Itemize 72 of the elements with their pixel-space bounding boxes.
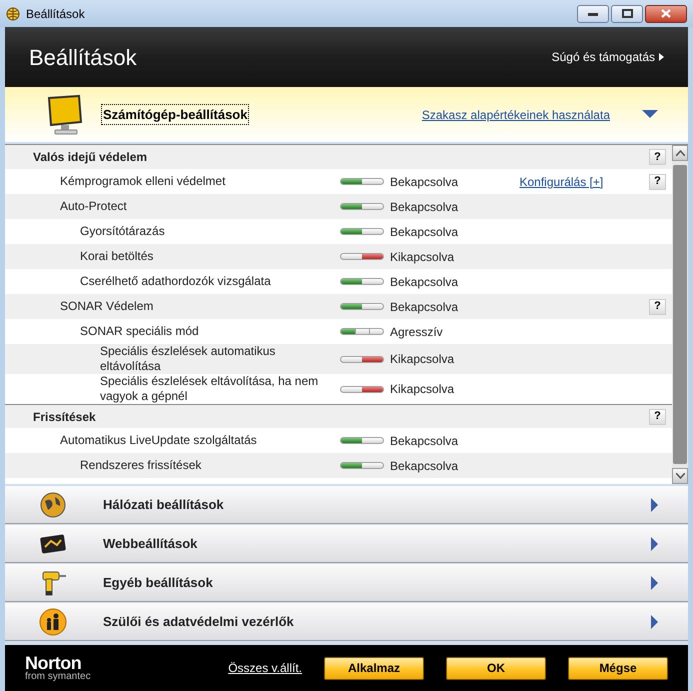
setting-label: SONAR speciális mód	[80, 324, 200, 339]
setting-label: Cserélhető adathordozók vizsgálata	[80, 274, 272, 289]
family-icon	[39, 608, 67, 636]
use-defaults-link[interactable]: Szakasz alapértékeinek használata	[422, 106, 610, 124]
configure-link[interactable]: Konfigurálás [+]	[520, 174, 604, 188]
help-button[interactable]: ?	[649, 174, 666, 190]
setting-label: Korai betöltés	[80, 249, 154, 264]
toggle-switch[interactable]	[340, 228, 384, 235]
status-text: Bekapcsolva	[390, 298, 460, 316]
category-row[interactable]: Hálózati beállítások	[5, 486, 688, 524]
setting-label: Automatikus LiveUpdate szolgáltatás	[60, 433, 258, 448]
level-slider[interactable]	[340, 328, 384, 335]
setting-label: Auto-Protect	[60, 199, 128, 214]
dialog-button[interactable]: Alkalmaz	[324, 656, 424, 680]
setting-label: SONAR Védelem	[60, 299, 154, 314]
help-button[interactable]: ?	[649, 298, 666, 314]
toggle-switch[interactable]	[340, 303, 384, 310]
expand-arrow-icon	[651, 536, 658, 550]
setting-label: Gyorsítótárazás	[80, 224, 166, 239]
setting-label: Speciális észlelések automatikus eltávolítása	[100, 344, 276, 374]
help-button[interactable]: ?	[649, 149, 666, 165]
setting-label: Rendszeres frissítések	[80, 458, 202, 473]
section-title: Valós idejű védelem	[33, 149, 148, 166]
toggle-switch[interactable]	[340, 356, 384, 362]
page-title: Beállítások	[29, 44, 137, 72]
toggle-switch[interactable]	[340, 386, 384, 392]
status-text: Agresszív	[390, 324, 444, 340]
toggle-switch[interactable]	[340, 437, 384, 444]
close-button[interactable]	[645, 4, 687, 22]
status-text: Kikapcsolva	[390, 381, 456, 398]
toggle-switch[interactable]	[340, 203, 384, 210]
setting-label: Kémprogramok elleni védelmet	[60, 174, 226, 189]
toggle-switch[interactable]	[340, 462, 384, 469]
dialog-button[interactable]: Mégse	[568, 656, 668, 680]
status-text: Bekapcsolva	[390, 432, 460, 450]
scroll-down-icon	[676, 473, 684, 479]
status-text: Bekapcsolva	[390, 198, 460, 216]
window-title: Beállítások	[26, 6, 85, 22]
category-row[interactable]: Egyéb beállítások	[5, 564, 688, 602]
setting-label: Speciális észlelések eltávolítása, ha nem vagyok a gépnél	[100, 374, 320, 404]
help-button[interactable]: ?	[649, 408, 666, 424]
help-support-link[interactable]: Súgó és támogatás	[552, 48, 664, 66]
expand-arrow-icon	[651, 498, 658, 512]
panel-title[interactable]: Számítógép-beállítások	[101, 104, 250, 126]
reset-all-link[interactable]: Összes v.állít.	[228, 659, 302, 677]
status-text: Bekapcsolva	[390, 174, 460, 190]
maximize-icon	[622, 9, 632, 18]
minimize-icon	[588, 12, 598, 16]
toggle-switch[interactable]	[340, 278, 384, 285]
section-title: Frissítések	[33, 408, 96, 426]
expand-arrow-icon	[651, 576, 658, 590]
category-row[interactable]: Szülői és adatvédelmi vezérlők	[5, 603, 688, 641]
scroll-up-icon	[676, 150, 684, 156]
toggle-switch[interactable]	[340, 253, 384, 260]
close-icon	[661, 9, 671, 18]
expand-arrow-icon	[651, 614, 658, 628]
status-text: Bekapcsolva	[390, 274, 460, 290]
status-text: Bekapcsolva	[390, 224, 460, 240]
scrollbar[interactable]	[672, 145, 688, 484]
brand-logo: Norton	[25, 654, 82, 672]
status-text: Bekapcsolva	[390, 458, 460, 474]
collapse-icon[interactable]	[642, 110, 658, 119]
status-text: Kikapcsolva	[390, 351, 456, 368]
status-text: Kikapcsolva	[390, 248, 456, 266]
card-icon	[39, 532, 67, 554]
caret-icon	[659, 53, 664, 61]
maximize-button[interactable]	[611, 4, 643, 22]
dialog-button[interactable]: OK	[446, 656, 546, 680]
brand-tagline: from symantec	[25, 672, 91, 682]
category-row[interactable]: Webbeállítások	[5, 525, 688, 563]
toggle-switch[interactable]	[340, 178, 384, 185]
minimize-button[interactable]	[577, 4, 609, 22]
